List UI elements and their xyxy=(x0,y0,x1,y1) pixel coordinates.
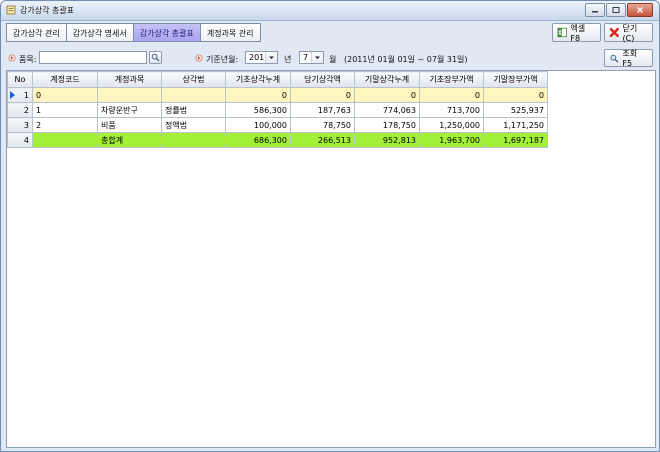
total-row[interactable]: 4 총합계 686,300 266,513 952,813 1,963,700 … xyxy=(7,132,548,148)
date-range-text: (2011년 01월 01일 ~ 07월 31일) xyxy=(344,55,468,64)
maximize-icon xyxy=(612,7,620,13)
close-button[interactable]: 닫기(C) xyxy=(604,23,653,43)
opening-book-value-cell[interactable]: 0 xyxy=(419,87,484,103)
table-row[interactable]: 2 1 차량운반구 정률법 586,300 187,763 774,063 71… xyxy=(7,102,548,118)
search-button[interactable]: 조회 F5 xyxy=(604,49,653,68)
search-button-label: 조회 F5 xyxy=(622,49,638,68)
opening-book-value-cell[interactable]: 1,963,700 xyxy=(419,132,484,148)
method-cell[interactable]: 정률법 xyxy=(161,102,226,118)
magnifier-icon xyxy=(151,53,160,62)
month-select[interactable]: 7 xyxy=(299,51,324,64)
col-header-current-depreciation[interactable]: 당기상각액 xyxy=(290,71,355,88)
chevron-down-icon xyxy=(269,56,274,59)
period-label: 기준년월: xyxy=(206,55,239,64)
closing-book-value-cell[interactable]: 1,171,250 xyxy=(483,117,548,133)
close-window-button[interactable] xyxy=(627,3,653,17)
item-label: 품목: xyxy=(19,55,37,64)
search-icon xyxy=(610,54,619,63)
col-header-method[interactable]: 상각법 xyxy=(161,71,226,88)
year-dropdown-arrow[interactable] xyxy=(265,52,277,63)
close-icon xyxy=(637,7,643,13)
header-row: No 계정코드 계정과목 상각법 기초상각누계 당기상각액 기말상각누계 기초장… xyxy=(7,71,548,88)
closing-book-value-cell[interactable]: 525,937 xyxy=(483,102,548,118)
excel-button[interactable]: 엑셀 F8 xyxy=(552,23,601,43)
year-unit: 년 xyxy=(284,55,292,64)
closing-accumulated-cell[interactable]: 774,063 xyxy=(354,102,420,118)
item-input[interactable] xyxy=(39,51,147,64)
minimize-icon xyxy=(592,11,598,13)
tab-depreciation-statement[interactable]: 감가상각 명세서 xyxy=(66,23,134,42)
closing-book-value-cell[interactable]: 1,697,187 xyxy=(483,132,548,148)
total-label-cell[interactable]: 총합계 xyxy=(97,132,162,148)
col-header-no[interactable]: No xyxy=(7,71,33,88)
month-unit: 월 xyxy=(329,55,337,64)
table-row[interactable]: 3 2 비품 정액법 100,000 78,750 178,750 1,250,… xyxy=(7,117,548,133)
col-header-code[interactable]: 계정코드 xyxy=(32,71,98,88)
method-cell[interactable] xyxy=(161,87,226,103)
item-search-button[interactable] xyxy=(149,51,162,64)
closing-accumulated-cell[interactable]: 952,813 xyxy=(354,132,420,148)
table-row[interactable]: 1 0 0 0 0 0 0 xyxy=(7,87,548,103)
filter-bar: 품목: 기준년월: 2011 년 7 월 (2011년 01월 01일 ~ 07… xyxy=(1,47,659,68)
close-button-label: 닫기(C) xyxy=(622,23,638,43)
current-row-icon xyxy=(10,91,15,99)
summary-table: No 계정코드 계정과목 상각법 기초상각누계 당기상각액 기말상각누계 기초장… xyxy=(7,71,548,148)
account-cell[interactable]: 비품 xyxy=(97,117,162,133)
account-cell[interactable] xyxy=(97,87,162,103)
opening-accumulated-cell[interactable]: 686,300 xyxy=(225,132,291,148)
opening-accumulated-cell[interactable]: 0 xyxy=(225,87,291,103)
red-x-icon xyxy=(609,27,619,38)
col-header-opening-accumulated[interactable]: 기초상각누계 xyxy=(225,71,291,88)
title-bar[interactable]: 감가상각 총괄표 xyxy=(1,1,659,21)
col-header-closing-accumulated[interactable]: 기말상각누계 xyxy=(354,71,420,88)
tab-strip: 감가상각 관리 감가상각 명세서 감가상각 총괄표 계정과목 관리 xyxy=(6,23,261,42)
method-cell[interactable] xyxy=(161,132,226,148)
col-header-account[interactable]: 계정과목 xyxy=(97,71,162,88)
closing-accumulated-cell[interactable]: 0 xyxy=(354,87,420,103)
month-dropdown-arrow[interactable] xyxy=(311,52,323,63)
row-number-cell[interactable]: 2 xyxy=(7,102,33,118)
closing-book-value-cell[interactable]: 0 xyxy=(483,87,548,103)
opening-book-value-cell[interactable]: 1,250,000 xyxy=(419,117,484,133)
summary-grid[interactable]: No 계정코드 계정과목 상각법 기초상각누계 당기상각액 기말상각누계 기초장… xyxy=(6,70,656,448)
code-cell[interactable]: 2 xyxy=(32,117,98,133)
tab-depreciation-summary[interactable]: 감가상각 총괄표 xyxy=(133,23,201,42)
bullet-icon xyxy=(195,54,203,62)
tab-depreciation-management[interactable]: 감가상각 관리 xyxy=(6,23,67,42)
code-cell[interactable]: 1 xyxy=(32,102,98,118)
closing-accumulated-cell[interactable]: 178,750 xyxy=(354,117,420,133)
maximize-button[interactable] xyxy=(606,3,626,17)
row-number: 1 xyxy=(23,90,29,100)
row-number-cell[interactable]: 3 xyxy=(7,117,33,133)
code-cell[interactable] xyxy=(32,132,98,148)
bullet-icon xyxy=(8,54,16,62)
opening-accumulated-cell[interactable]: 100,000 xyxy=(225,117,291,133)
method-cell[interactable]: 정액법 xyxy=(161,117,226,133)
col-header-opening-book-value[interactable]: 기초장부가액 xyxy=(419,71,484,88)
opening-book-value-cell[interactable]: 713,700 xyxy=(419,102,484,118)
account-cell[interactable]: 차량운반구 xyxy=(97,102,162,118)
code-cell[interactable]: 0 xyxy=(32,87,98,103)
ledger-icon xyxy=(6,5,16,15)
main-window: 감가상각 총괄표 감가상각 관리 감가상각 명세서 감가상각 총괄표 계정과목 … xyxy=(0,0,660,452)
excel-icon xyxy=(557,27,567,38)
col-header-closing-book-value[interactable]: 기말장부가액 xyxy=(483,71,548,88)
opening-accumulated-cell[interactable]: 586,300 xyxy=(225,102,291,118)
current-depreciation-cell[interactable]: 0 xyxy=(290,87,355,103)
current-depreciation-cell[interactable]: 78,750 xyxy=(290,117,355,133)
window-controls xyxy=(585,3,653,17)
excel-button-label: 엑셀 F8 xyxy=(570,23,586,43)
chevron-down-icon xyxy=(315,56,320,59)
current-depreciation-cell[interactable]: 266,513 xyxy=(290,132,355,148)
month-value: 7 xyxy=(303,53,309,62)
current-depreciation-cell[interactable]: 187,763 xyxy=(290,102,355,118)
row-number-cell[interactable]: 1 xyxy=(7,87,33,103)
row-number-cell[interactable]: 4 xyxy=(7,132,33,148)
year-select[interactable]: 2011 xyxy=(245,51,278,64)
tab-account-management[interactable]: 계정과목 관리 xyxy=(200,23,261,42)
minimize-button[interactable] xyxy=(585,3,605,17)
window-title: 감가상각 총괄표 xyxy=(20,6,75,15)
